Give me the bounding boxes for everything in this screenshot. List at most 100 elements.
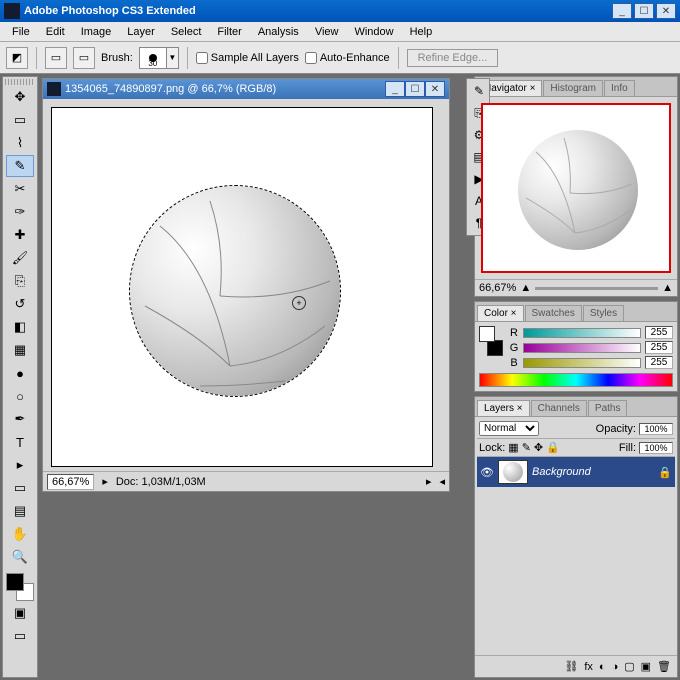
brushes-dock-icon[interactable]: ✎ [469,81,489,101]
current-tool-icon[interactable]: ◩ [6,47,28,69]
lock-image-icon[interactable]: ✎ [522,441,531,454]
tab-paths[interactable]: Paths [588,400,628,416]
color-fg-bg[interactable] [479,326,503,356]
layer-name[interactable]: Background [532,466,591,478]
visibility-icon[interactable]: 👁 [480,466,494,479]
opacity-field[interactable]: 100% [639,423,673,435]
tool-type[interactable]: T [6,431,34,453]
tool-marquee[interactable]: ▭ [6,109,34,131]
menu-edit[interactable]: Edit [38,24,73,40]
tab-swatches[interactable]: Swatches [525,305,582,321]
brush-preview[interactable]: 30 [139,47,167,69]
menu-window[interactable]: Window [346,24,401,40]
menu-filter[interactable]: Filter [209,24,249,40]
menu-layer[interactable]: Layer [119,24,163,40]
new-layer-icon[interactable]: ▣ [641,660,651,673]
menu-help[interactable]: Help [402,24,441,40]
document-canvas[interactable]: + [51,107,433,467]
tab-info[interactable]: Info [604,80,635,96]
tab-layers[interactable]: Layers × [477,400,530,416]
layer-thumbnail[interactable] [498,460,528,484]
tool-gradient[interactable]: ▦ [6,339,34,361]
lock-transparent-icon[interactable]: ▦ [508,441,518,454]
tool-eraser[interactable]: ◧ [6,316,34,338]
doc-close-button[interactable]: ✕ [425,81,445,97]
close-button[interactable]: ✕ [656,3,676,19]
tool-hand[interactable]: ✋ [6,523,34,545]
doc-minimize-button[interactable]: _ [385,81,405,97]
tool-blur[interactable]: ● [6,362,34,384]
minimize-button[interactable]: _ [612,3,632,19]
selection-new-icon[interactable]: ▭ [45,47,67,69]
maximize-button[interactable]: ☐ [634,3,654,19]
navigator-preview[interactable] [481,103,671,273]
tool-crop[interactable]: ✂ [6,178,34,200]
tool-notes[interactable]: ▤ [6,500,34,522]
selection-add-icon[interactable]: ▭ [73,47,95,69]
tool-path-select[interactable]: ▸ [6,454,34,476]
screen-mode-icon[interactable]: ▭ [6,625,34,647]
tab-histogram[interactable]: Histogram [543,80,603,96]
menu-view[interactable]: View [307,24,347,40]
window-title: Adobe Photoshop CS3 Extended [24,5,612,17]
tool-stamp[interactable]: ⎘ [6,270,34,292]
tool-dodge[interactable]: ○ [6,385,34,407]
refine-edge-button[interactable]: Refine Edge... [407,49,499,67]
fg-bg-colors[interactable] [6,573,34,601]
tool-move[interactable]: ✥ [6,86,34,108]
foreground-color[interactable] [6,573,24,591]
channel-value-B[interactable]: 255 [645,356,673,369]
layers-panel: Layers × Channels Paths Normal Opacity: … [474,396,678,678]
zoom-field[interactable]: 66,67% [47,474,94,490]
menu-file[interactable]: File [4,24,38,40]
document-titlebar[interactable]: 1354065_74890897.png @ 66,7% (RGB/8) _ ☐… [43,79,449,99]
fx-icon[interactable]: fx [584,661,593,673]
tool-zoom[interactable]: 🔍 [6,546,34,568]
auto-enhance-checkbox[interactable]: Auto-Enhance [305,52,390,64]
tab-channels[interactable]: Channels [531,400,587,416]
tool-history-brush[interactable]: ↺ [6,293,34,315]
tool-shape[interactable]: ▭ [6,477,34,499]
quick-mask-icon[interactable]: ▣ [6,602,34,624]
channel-slider-G[interactable] [523,343,641,353]
tool-lasso[interactable]: ⌇ [6,132,34,154]
document-status-bar: 66,67% ▸ Doc: 1,03M/1,03M ▸◂ [43,471,449,491]
tool-brush[interactable]: 🖌 [6,247,34,269]
lock-all-icon[interactable]: 🔒 [546,441,560,454]
menu-image[interactable]: Image [73,24,120,40]
tool-healing[interactable]: ✚ [6,224,34,246]
menu-select[interactable]: Select [163,24,210,40]
channel-slider-B[interactable] [523,358,641,368]
document-window: 1354065_74890897.png @ 66,7% (RGB/8) _ ☐… [42,78,450,492]
channel-slider-R[interactable] [523,328,641,338]
layer-row[interactable]: 👁 Background 🔒 [477,457,675,487]
navigator-panel: Navigator × Histogram Info 66,67 [474,76,678,297]
app-icon [4,3,20,19]
tool-eyedropper[interactable]: ✑ [6,201,34,223]
tab-styles[interactable]: Styles [583,305,624,321]
color-spectrum[interactable] [479,373,673,387]
zoom-out-icon[interactable]: ▲ [520,282,531,294]
group-icon[interactable]: ▢ [624,660,634,673]
channel-value-G[interactable]: 255 [645,341,673,354]
delete-icon[interactable]: 🗑 [657,660,671,673]
link-icon[interactable]: ⛓ [564,660,578,673]
fill-field[interactable]: 100% [639,442,673,454]
mask-icon[interactable]: ◐ [599,661,606,673]
lock-position-icon[interactable]: ✥ [534,441,543,454]
channel-value-R[interactable]: 255 [645,326,673,339]
sample-all-checkbox[interactable]: Sample All Layers [196,52,299,64]
tool-pen[interactable]: ✒ [6,408,34,430]
blend-mode-select[interactable]: Normal [479,421,539,436]
nav-zoom[interactable]: 66,67% [479,282,516,294]
options-bar: ◩ ▭ ▭ Brush: 30 ▼ Sample All Layers Auto… [0,42,680,74]
nav-zoom-slider[interactable] [535,287,658,290]
menu-analysis[interactable]: Analysis [250,24,307,40]
color-panel: Color × Swatches Styles R 255G 255B 255 [474,301,678,392]
tab-color[interactable]: Color × [477,305,524,321]
brush-picker-arrow[interactable]: ▼ [167,47,179,69]
zoom-in-icon[interactable]: ▲ [662,282,673,294]
tool-quick-select[interactable]: ✎ [6,155,34,177]
adjustment-icon[interactable]: ◑ [612,661,619,673]
doc-maximize-button[interactable]: ☐ [405,81,425,97]
